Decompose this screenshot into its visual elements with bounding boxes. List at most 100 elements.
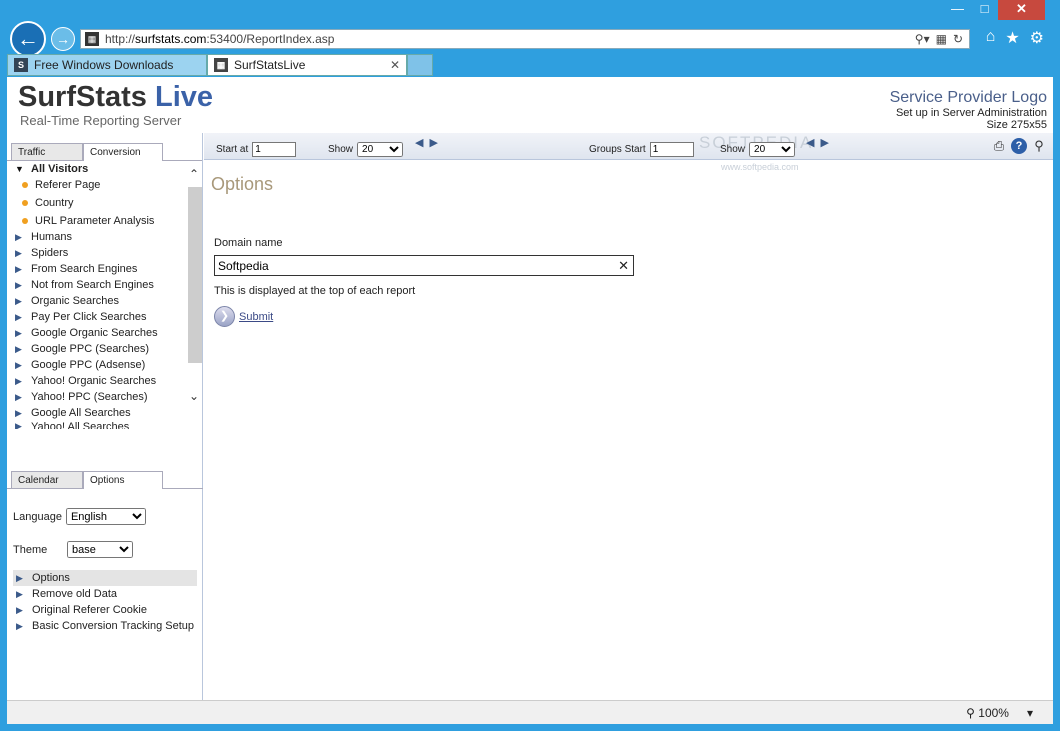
tree-item[interactable]: ▶ Pay Per Click Searches bbox=[7, 309, 203, 325]
tree-label: Not from Search Engines bbox=[31, 279, 154, 291]
tree-item[interactable]: ▶ Google All Searches bbox=[7, 405, 203, 421]
refresh-icon[interactable]: ↻ bbox=[953, 32, 963, 46]
help-icon[interactable]: ? bbox=[1011, 138, 1027, 154]
tree-item[interactable]: ▶ Humans bbox=[7, 229, 203, 245]
url-host: surfstats.com bbox=[135, 32, 207, 46]
start-at-input[interactable] bbox=[252, 142, 297, 157]
forward-button[interactable]: → bbox=[51, 27, 75, 51]
domain-name-input[interactable] bbox=[218, 258, 613, 273]
tab-traffic[interactable]: Traffic bbox=[11, 143, 83, 160]
address-url[interactable]: http://surfstats.com:53400/ReportIndex.a… bbox=[105, 32, 334, 46]
triangle-left-icon[interactable]: ◀ bbox=[415, 136, 423, 149]
zoom-control[interactable]: ⚲ 100% ▾ bbox=[966, 706, 1033, 720]
triangle-right-icon: ▶ bbox=[16, 572, 23, 583]
star-icon[interactable]: ★ bbox=[1005, 28, 1019, 48]
zoom-group: ⚲ 100% bbox=[966, 706, 1009, 720]
tab-conversion[interactable]: Conversion bbox=[83, 143, 163, 161]
triangle-right-icon: ▶ bbox=[15, 421, 22, 429]
language-row: Language English bbox=[13, 508, 146, 525]
logo-main: SurfStats bbox=[18, 81, 147, 113]
home-icon[interactable]: ⌂ bbox=[986, 28, 996, 48]
triangle-right-icon: ▶ bbox=[16, 588, 23, 599]
tree-item[interactable]: ▶ Yahoo! All Searches bbox=[7, 421, 203, 429]
report-toolbar: Start at Show 20 ◀ ▶ SOFTPEDIA www.softp… bbox=[204, 133, 1053, 172]
triangle-right-icon[interactable]: ▶ bbox=[820, 136, 828, 149]
option-item-original-referer-cookie[interactable]: ▶ Original Referer Cookie bbox=[13, 602, 197, 618]
address-tools: ⚲▾ ▦ ↻ bbox=[915, 32, 969, 46]
tree-child[interactable]: Country bbox=[7, 195, 203, 211]
gear-icon[interactable]: ⚙ bbox=[1030, 28, 1044, 48]
tab-surfstatslive[interactable]: ▦ SurfStatsLive ✕ bbox=[207, 54, 407, 76]
compat-view-icon[interactable]: ▦ bbox=[936, 32, 947, 46]
tree-item[interactable]: ▶ Google PPC (Adsense) bbox=[7, 357, 203, 373]
back-button[interactable]: ← bbox=[10, 21, 46, 57]
tab-options[interactable]: Options bbox=[83, 471, 163, 489]
options-panel: Options Domain name ✕ This is displayed … bbox=[204, 161, 1053, 700]
submit-link[interactable]: Submit bbox=[239, 311, 273, 323]
clear-icon[interactable]: ✕ bbox=[618, 258, 633, 274]
tab-free-windows-downloads[interactable]: S Free Windows Downloads bbox=[7, 54, 207, 76]
browser-nav-icons: ⌂ ★ ⚙ bbox=[986, 28, 1044, 48]
theme-row: Theme base bbox=[13, 541, 133, 558]
sp-title: Service Provider Logo bbox=[889, 89, 1047, 106]
tree-item-all-visitors[interactable]: ▼ All Visitors bbox=[7, 161, 203, 177]
magnifier-icon[interactable]: ⚲ bbox=[1031, 138, 1047, 154]
zoom-icon: ⚲ bbox=[966, 706, 975, 720]
report-tabs: Traffic Conversion bbox=[7, 143, 202, 161]
tree-item[interactable]: ▶ Not from Search Engines bbox=[7, 277, 203, 293]
tree-item[interactable]: ▶ Yahoo! PPC (Searches) bbox=[7, 389, 203, 405]
minimize-icon[interactable]: — bbox=[944, 0, 971, 20]
scrollbar-thumb[interactable] bbox=[188, 187, 202, 363]
groups-start-input[interactable] bbox=[649, 142, 694, 157]
tree-item[interactable]: ▶ Google PPC (Searches) bbox=[7, 341, 203, 357]
tab-favicon-icon: S bbox=[14, 58, 28, 72]
tree-item[interactable]: ▶ Google Organic Searches bbox=[7, 325, 203, 341]
tab-label: Free Windows Downloads bbox=[34, 58, 174, 72]
tab-label: SurfStatsLive bbox=[234, 58, 306, 72]
language-select[interactable]: English bbox=[65, 508, 146, 525]
tree-child[interactable]: Referer Page bbox=[7, 177, 203, 193]
maximize-icon[interactable]: □ bbox=[971, 0, 998, 20]
tree-label: Google All Searches bbox=[31, 407, 131, 419]
sp-line1: Set up in Server Administration bbox=[895, 107, 1047, 119]
groups-nav: ◀ ▶ bbox=[806, 136, 829, 149]
tree-child[interactable]: URL Parameter Analysis bbox=[7, 213, 203, 229]
tree-item[interactable]: ▶ From Search Engines bbox=[7, 261, 203, 277]
tree-item[interactable]: ▶ Organic Searches bbox=[7, 293, 203, 309]
bullet-icon bbox=[22, 182, 28, 188]
close-icon[interactable]: ✕ bbox=[998, 0, 1045, 20]
triangle-right-icon[interactable]: ▶ bbox=[429, 136, 437, 149]
option-item-remove-old-data[interactable]: ▶ Remove old Data bbox=[13, 586, 197, 602]
printer-icon[interactable]: ⎙ bbox=[991, 138, 1007, 154]
domain-name-field[interactable]: ✕ bbox=[214, 255, 634, 276]
theme-select[interactable]: base bbox=[67, 541, 133, 558]
show2-label: Show bbox=[720, 144, 746, 155]
window-frame-left bbox=[0, 77, 7, 724]
chevron-down-icon[interactable]: ▾ bbox=[1027, 706, 1033, 720]
chevron-right-icon[interactable]: ❯ bbox=[214, 306, 235, 327]
triangle-left-icon[interactable]: ◀ bbox=[806, 136, 814, 149]
option-item-conversion-tracking-setup[interactable]: ▶ Basic Conversion Tracking Setup bbox=[13, 618, 197, 634]
tab-calendar[interactable]: Calendar bbox=[11, 471, 83, 488]
groups-start-group: Groups Start bbox=[589, 142, 694, 157]
close-tab-icon[interactable]: ✕ bbox=[390, 58, 400, 72]
chevron-up-icon[interactable]: ⌃ bbox=[189, 167, 199, 181]
start-at-label: Start at bbox=[216, 144, 249, 155]
tree-scrollbar[interactable]: ⌃ ⌄ bbox=[187, 167, 203, 407]
tree-item[interactable]: ▶ Yahoo! Organic Searches bbox=[7, 373, 203, 389]
logo-accent: Live bbox=[154, 81, 214, 113]
tree-item[interactable]: ▶ Spiders bbox=[7, 245, 203, 261]
triangle-right-icon: ▶ bbox=[15, 391, 22, 402]
tree-label: Yahoo! All Searches bbox=[31, 421, 130, 429]
chevron-down-icon[interactable]: ⌄ bbox=[189, 389, 199, 403]
triangle-right-icon: ▶ bbox=[15, 407, 22, 418]
search-icon[interactable]: ⚲▾ bbox=[915, 32, 930, 46]
show-select[interactable]: 20 bbox=[357, 142, 404, 157]
address-bar[interactable]: ▦ http://surfstats.com:53400/ReportIndex… bbox=[80, 29, 970, 49]
tree-label: Pay Per Click Searches bbox=[31, 311, 147, 323]
option-item-options[interactable]: ▶ Options bbox=[13, 570, 197, 586]
submit-button[interactable]: ❯ Submit bbox=[214, 306, 273, 327]
new-tab-button[interactable] bbox=[407, 54, 433, 76]
tree-label: Google Organic Searches bbox=[31, 327, 158, 339]
show2-select[interactable]: 20 bbox=[749, 142, 796, 157]
